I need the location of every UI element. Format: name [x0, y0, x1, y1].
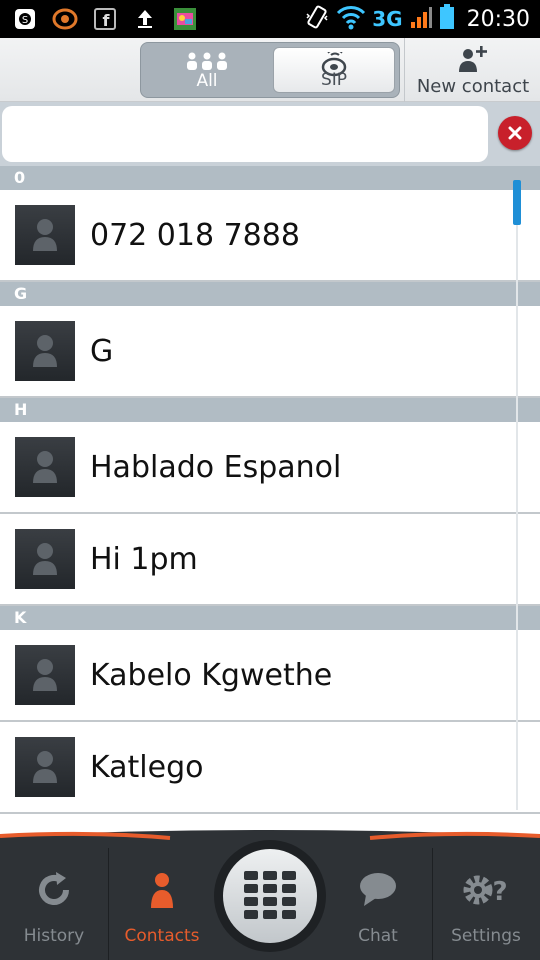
- section-header: K: [0, 606, 540, 630]
- chat-icon: [324, 868, 432, 912]
- vibrate-icon: [304, 4, 330, 34]
- contact-row[interactable]: Hablado Espanol: [0, 422, 540, 514]
- svg-text:S: S: [22, 15, 28, 26]
- person-placeholder-icon: [33, 451, 57, 483]
- search-input[interactable]: [2, 106, 488, 162]
- new-contact-button[interactable]: New contact: [406, 38, 540, 102]
- person-placeholder-icon: [33, 659, 57, 691]
- contact-filter-tabs: All SIP: [140, 42, 400, 98]
- contact-name: Kabelo Kgwethe: [90, 658, 333, 693]
- contact-row[interactable]: Hi 1pm: [0, 514, 540, 606]
- wifi-icon: [336, 4, 366, 34]
- person-placeholder-icon: [33, 219, 57, 251]
- dialpad-button[interactable]: [214, 840, 326, 952]
- battery-icon: [439, 4, 455, 34]
- facebook-icon: f: [92, 6, 118, 32]
- upload-icon: [132, 6, 158, 32]
- tab-all[interactable]: All: [145, 47, 269, 93]
- nav-contacts[interactable]: Contacts: [108, 848, 216, 960]
- system-status: 3G 20:30: [304, 4, 530, 34]
- avatar: [15, 645, 75, 705]
- contact-name: 072 018 7888: [90, 218, 300, 253]
- dialpad-icon: [244, 871, 296, 919]
- person-placeholder-icon: [33, 751, 57, 783]
- dialpad-button-face: [223, 849, 317, 943]
- svg-text:?: ?: [492, 877, 507, 907]
- nav-history[interactable]: History: [0, 848, 108, 960]
- network-type: 3G: [372, 7, 403, 31]
- app-root: S f 3G 20:30 All SIP New contact 0 072 0…: [0, 0, 540, 960]
- tab-all-label: All: [196, 71, 218, 91]
- clear-search-button[interactable]: [498, 116, 532, 150]
- avatar: [15, 529, 75, 589]
- nav-chat[interactable]: Chat: [324, 848, 432, 960]
- toolbar-divider: [404, 38, 405, 102]
- avatar: [15, 737, 75, 797]
- close-icon: [508, 126, 522, 140]
- notification-icons: S f: [12, 6, 198, 32]
- contact-row[interactable]: 072 018 7888: [0, 190, 540, 282]
- section-header: H: [0, 398, 540, 422]
- people-icon: [145, 51, 269, 73]
- contact-row[interactable]: Katlego: [0, 722, 540, 814]
- contact-list[interactable]: 0 072 018 7888 G G H Hablado Espanol Hi: [0, 166, 540, 830]
- avatar: [15, 437, 75, 497]
- skype-icon: S: [12, 6, 38, 32]
- signal-icon: [409, 5, 433, 33]
- clock: 20:30: [466, 6, 530, 32]
- nav-chat-label: Chat: [358, 926, 398, 946]
- contact-name: Katlego: [90, 750, 204, 785]
- tab-sip-label: SIP: [320, 70, 348, 90]
- photo-app-icon: [172, 6, 198, 32]
- section-header: 0: [0, 166, 540, 190]
- scrollbar-track: [516, 190, 518, 810]
- history-icon: [0, 868, 108, 912]
- svg-text:f: f: [103, 11, 111, 30]
- scrollbar-thumb[interactable]: [513, 180, 521, 225]
- contact-name: Hi 1pm: [90, 542, 198, 577]
- contact-row[interactable]: Kabelo Kgwethe: [0, 630, 540, 722]
- avatar: [15, 205, 75, 265]
- avatar: [15, 321, 75, 381]
- contacts-icon: [108, 868, 216, 912]
- person-placeholder-icon: [33, 543, 57, 575]
- new-contact-label: New contact: [416, 76, 530, 97]
- nav-history-label: History: [23, 926, 85, 946]
- search-bar: [0, 102, 540, 166]
- tab-sip[interactable]: SIP: [273, 47, 395, 93]
- contact-name: G: [90, 334, 114, 369]
- contact-name: Hablado Espanol: [90, 450, 342, 485]
- browser-icon: [52, 6, 78, 32]
- nav-settings[interactable]: ? Settings: [432, 848, 540, 960]
- status-bar: S f 3G 20:30: [0, 0, 540, 38]
- nav-contacts-label: Contacts: [124, 926, 200, 946]
- nav-settings-label: Settings: [451, 926, 521, 946]
- add-person-icon: [406, 44, 540, 74]
- contact-row[interactable]: G: [0, 306, 540, 398]
- top-toolbar: All SIP New contact: [0, 38, 540, 102]
- settings-icon: ?: [432, 868, 540, 912]
- section-header: G: [0, 282, 540, 306]
- person-placeholder-icon: [33, 335, 57, 367]
